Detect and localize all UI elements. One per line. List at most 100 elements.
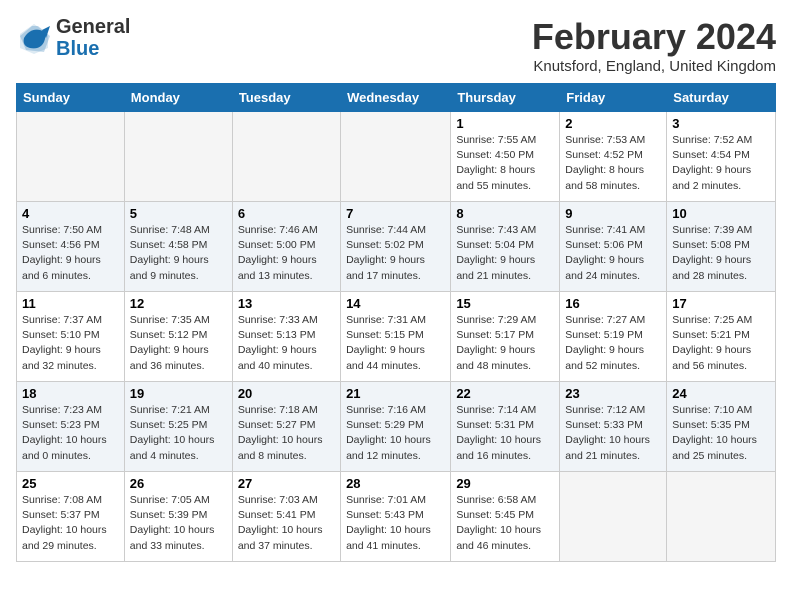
day-info: Sunrise: 6:58 AM Sunset: 5:45 PM Dayligh… xyxy=(456,493,554,554)
day-number: 25 xyxy=(22,476,119,491)
day-number: 7 xyxy=(346,206,445,221)
day-info: Sunrise: 7:10 AM Sunset: 5:35 PM Dayligh… xyxy=(672,403,770,464)
day-number: 19 xyxy=(130,386,227,401)
day-number: 18 xyxy=(22,386,119,401)
weekday-header-wednesday: Wednesday xyxy=(341,84,451,112)
calendar-week-row: 4Sunrise: 7:50 AM Sunset: 4:56 PM Daylig… xyxy=(17,202,776,292)
day-info: Sunrise: 7:05 AM Sunset: 5:39 PM Dayligh… xyxy=(130,493,227,554)
day-number: 12 xyxy=(130,296,227,311)
day-number: 10 xyxy=(672,206,770,221)
day-number: 17 xyxy=(672,296,770,311)
calendar-cell: 1 Sunrise: 7:55 AM Sunset: 4:50 PM Daylig… xyxy=(451,112,560,202)
day-info: Sunrise: 7:43 AM Sunset: 5:04 PM Dayligh… xyxy=(456,223,554,284)
calendar-cell: 24 Sunrise: 7:10 AM Sunset: 5:35 PM Dayli… xyxy=(667,382,776,472)
day-info: Sunrise: 7:29 AM Sunset: 5:17 PM Dayligh… xyxy=(456,313,554,374)
day-number: 16 xyxy=(565,296,661,311)
calendar-cell: 9Sunrise: 7:41 AM Sunset: 5:06 PM Daylig… xyxy=(560,202,667,292)
weekday-header-saturday: Saturday xyxy=(667,84,776,112)
calendar-cell: 25 Sunrise: 7:08 AM Sunset: 5:37 PM Dayli… xyxy=(17,472,125,562)
calendar-cell: 27Sunrise: 7:03 AM Sunset: 5:41 PM Dayli… xyxy=(232,472,340,562)
day-number: 11 xyxy=(22,296,119,311)
calendar-cell: 28 Sunrise: 7:01 AM Sunset: 5:43 PM Dayli… xyxy=(341,472,451,562)
calendar-cell: 20Sunrise: 7:18 AM Sunset: 5:27 PM Dayli… xyxy=(232,382,340,472)
day-number: 1 xyxy=(456,116,554,131)
calendar-table: SundayMondayTuesdayWednesdayThursdayFrid… xyxy=(16,83,776,562)
calendar-body: 1 Sunrise: 7:55 AM Sunset: 4:50 PM Daylig… xyxy=(17,112,776,562)
logo: General Blue xyxy=(16,16,130,60)
logo-general-text: General xyxy=(56,16,130,38)
calendar-week-row: 1 Sunrise: 7:55 AM Sunset: 4:50 PM Daylig… xyxy=(17,112,776,202)
weekday-header-thursday: Thursday xyxy=(451,84,560,112)
calendar-cell: 2 Sunrise: 7:53 AM Sunset: 4:52 PM Daylig… xyxy=(560,112,667,202)
day-number: 8 xyxy=(456,206,554,221)
calendar-week-row: 18 Sunrise: 7:23 AM Sunset: 5:23 PM Dayli… xyxy=(17,382,776,472)
calendar-week-row: 25 Sunrise: 7:08 AM Sunset: 5:37 PM Dayli… xyxy=(17,472,776,562)
calendar-cell xyxy=(341,112,451,202)
calendar-cell: 10 Sunrise: 7:39 AM Sunset: 5:08 PM Dayli… xyxy=(667,202,776,292)
calendar-cell: 4Sunrise: 7:50 AM Sunset: 4:56 PM Daylig… xyxy=(17,202,125,292)
calendar-cell: 7 Sunrise: 7:44 AM Sunset: 5:02 PM Daylig… xyxy=(341,202,451,292)
calendar-cell: 19 Sunrise: 7:21 AM Sunset: 5:25 PM Dayli… xyxy=(124,382,232,472)
day-info: Sunrise: 7:37 AM Sunset: 5:10 PM Dayligh… xyxy=(22,313,119,374)
day-info: Sunrise: 7:39 AM Sunset: 5:08 PM Dayligh… xyxy=(672,223,770,284)
day-number: 5 xyxy=(130,206,227,221)
day-info: Sunrise: 7:55 AM Sunset: 4:50 PM Dayligh… xyxy=(456,133,554,194)
calendar-cell: 22 Sunrise: 7:14 AM Sunset: 5:31 PM Dayli… xyxy=(451,382,560,472)
day-info: Sunrise: 7:21 AM Sunset: 5:25 PM Dayligh… xyxy=(130,403,227,464)
day-info: Sunrise: 7:44 AM Sunset: 5:02 PM Dayligh… xyxy=(346,223,445,284)
calendar-week-row: 11 Sunrise: 7:37 AM Sunset: 5:10 PM Dayli… xyxy=(17,292,776,382)
day-number: 26 xyxy=(130,476,227,491)
calendar-cell: 21 Sunrise: 7:16 AM Sunset: 5:29 PM Dayli… xyxy=(341,382,451,472)
day-number: 4 xyxy=(22,206,119,221)
day-number: 2 xyxy=(565,116,661,131)
day-info: Sunrise: 7:41 AM Sunset: 5:06 PM Dayligh… xyxy=(565,223,661,284)
logo-icon xyxy=(16,20,52,56)
day-info: Sunrise: 7:53 AM Sunset: 4:52 PM Dayligh… xyxy=(565,133,661,194)
title-area: February 2024 Knutsford, England, United… xyxy=(532,16,776,75)
weekday-row: SundayMondayTuesdayWednesdayThursdayFrid… xyxy=(17,84,776,112)
weekday-header-sunday: Sunday xyxy=(17,84,125,112)
day-info: Sunrise: 7:23 AM Sunset: 5:23 PM Dayligh… xyxy=(22,403,119,464)
weekday-header-friday: Friday xyxy=(560,84,667,112)
calendar-cell: 11 Sunrise: 7:37 AM Sunset: 5:10 PM Dayli… xyxy=(17,292,125,382)
calendar-cell: 15 Sunrise: 7:29 AM Sunset: 5:17 PM Dayli… xyxy=(451,292,560,382)
calendar-cell: 13Sunrise: 7:33 AM Sunset: 5:13 PM Dayli… xyxy=(232,292,340,382)
day-info: Sunrise: 7:35 AM Sunset: 5:12 PM Dayligh… xyxy=(130,313,227,374)
day-number: 13 xyxy=(238,296,335,311)
location-text: Knutsford, England, United Kingdom xyxy=(532,58,776,75)
day-number: 28 xyxy=(346,476,445,491)
day-number: 15 xyxy=(456,296,554,311)
calendar-cell: 16 Sunrise: 7:27 AM Sunset: 5:19 PM Dayli… xyxy=(560,292,667,382)
day-number: 3 xyxy=(672,116,770,131)
day-info: Sunrise: 7:01 AM Sunset: 5:43 PM Dayligh… xyxy=(346,493,445,554)
day-info: Sunrise: 7:25 AM Sunset: 5:21 PM Dayligh… xyxy=(672,313,770,374)
day-number: 20 xyxy=(238,386,335,401)
calendar-cell: 17 Sunrise: 7:25 AM Sunset: 5:21 PM Dayli… xyxy=(667,292,776,382)
header: General Blue February 2024 Knutsford, En… xyxy=(16,16,776,75)
calendar-cell xyxy=(667,472,776,562)
day-info: Sunrise: 7:52 AM Sunset: 4:54 PM Dayligh… xyxy=(672,133,770,194)
day-number: 14 xyxy=(346,296,445,311)
calendar-cell: 12 Sunrise: 7:35 AM Sunset: 5:12 PM Dayli… xyxy=(124,292,232,382)
day-number: 27 xyxy=(238,476,335,491)
calendar-cell: 3 Sunrise: 7:52 AM Sunset: 4:54 PM Daylig… xyxy=(667,112,776,202)
weekday-header-monday: Monday xyxy=(124,84,232,112)
calendar-cell: 23Sunrise: 7:12 AM Sunset: 5:33 PM Dayli… xyxy=(560,382,667,472)
day-info: Sunrise: 7:14 AM Sunset: 5:31 PM Dayligh… xyxy=(456,403,554,464)
day-info: Sunrise: 7:48 AM Sunset: 4:58 PM Dayligh… xyxy=(130,223,227,284)
calendar-cell: 18 Sunrise: 7:23 AM Sunset: 5:23 PM Dayli… xyxy=(17,382,125,472)
calendar-header: SundayMondayTuesdayWednesdayThursdayFrid… xyxy=(17,84,776,112)
calendar-cell: 8 Sunrise: 7:43 AM Sunset: 5:04 PM Daylig… xyxy=(451,202,560,292)
day-number: 29 xyxy=(456,476,554,491)
day-number: 24 xyxy=(672,386,770,401)
day-info: Sunrise: 7:08 AM Sunset: 5:37 PM Dayligh… xyxy=(22,493,119,554)
calendar-cell xyxy=(17,112,125,202)
calendar-cell xyxy=(560,472,667,562)
day-info: Sunrise: 7:16 AM Sunset: 5:29 PM Dayligh… xyxy=(346,403,445,464)
weekday-header-tuesday: Tuesday xyxy=(232,84,340,112)
day-number: 22 xyxy=(456,386,554,401)
calendar-cell: 5 Sunrise: 7:48 AM Sunset: 4:58 PM Daylig… xyxy=(124,202,232,292)
day-info: Sunrise: 7:27 AM Sunset: 5:19 PM Dayligh… xyxy=(565,313,661,374)
day-number: 21 xyxy=(346,386,445,401)
calendar-cell: 14Sunrise: 7:31 AM Sunset: 5:15 PM Dayli… xyxy=(341,292,451,382)
